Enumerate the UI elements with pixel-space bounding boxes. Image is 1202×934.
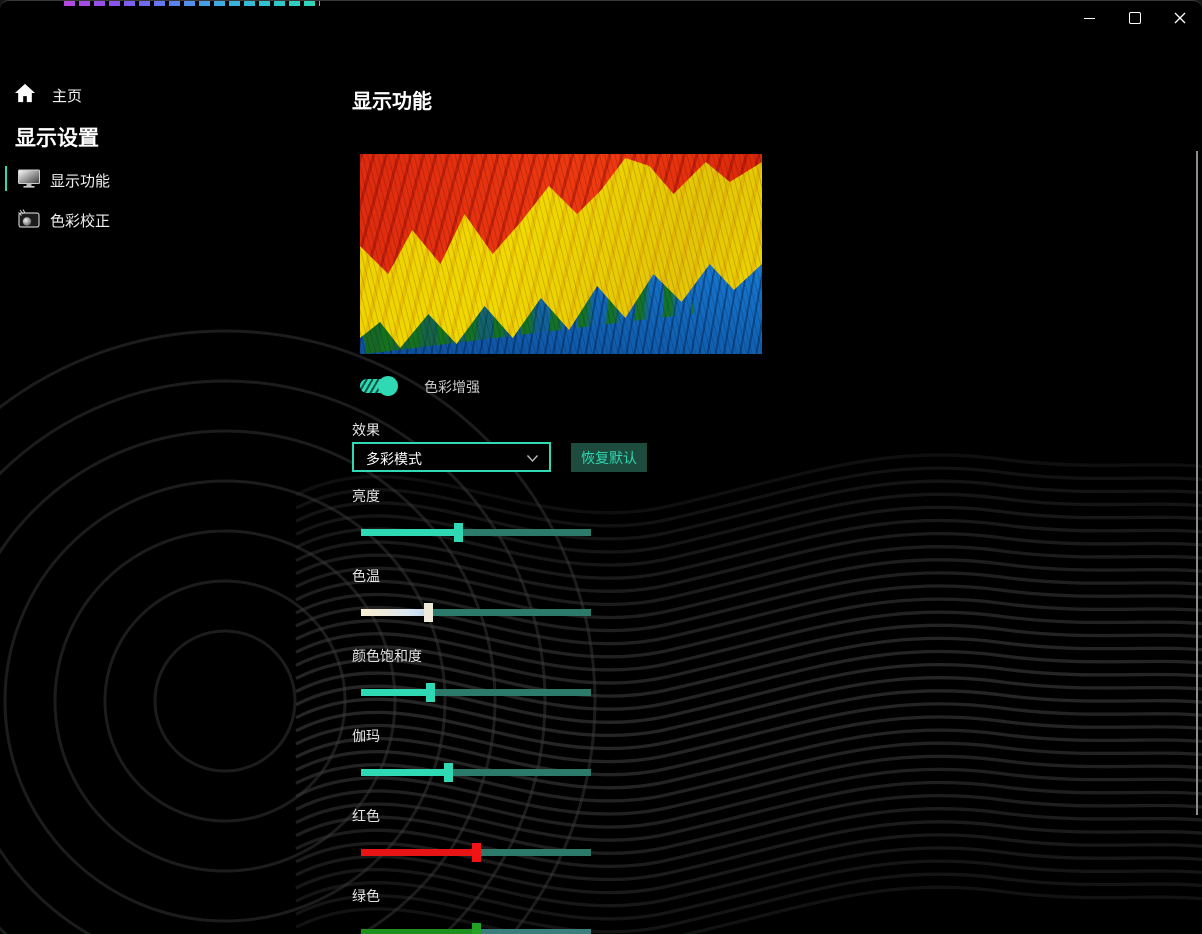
sidebar-item-label: 色彩校正 <box>50 213 111 230</box>
scrollbar[interactable] <box>1196 151 1198 815</box>
sidebar-item-color-correction[interactable]: 色彩校正 <box>0 205 300 233</box>
slider-thumb-green[interactable] <box>472 923 481 934</box>
slider-thumb-gamma[interactable] <box>444 763 453 782</box>
slider-thumb-red[interactable] <box>472 843 481 862</box>
sidebar: 主页 显示设置 显示功能 色彩校正 <box>0 37 340 934</box>
main-content: 显示功能 色彩增强 效果 多彩模式 恢复默认 亮度色温颜色饱和度伽玛红色绿色 <box>340 37 1202 934</box>
slider-label-saturation: 颜色饱和度 <box>352 648 422 664</box>
close-icon <box>1174 12 1185 24</box>
feather-preview-image <box>360 154 762 354</box>
home-icon <box>15 83 35 103</box>
slider-fill-red <box>361 849 476 856</box>
slider-red[interactable] <box>361 843 591 862</box>
color-enhance-row: 色彩增强 <box>360 376 480 403</box>
effect-dropdown-value: 多彩模式 <box>366 451 422 467</box>
sidebar-item-home[interactable]: 主页 <box>0 81 300 109</box>
color-enhance-label: 色彩增强 <box>424 379 480 395</box>
chevron-down-icon <box>526 455 539 463</box>
sidebar-section-title: 显示设置 <box>15 127 99 150</box>
slider-thumb-saturation[interactable] <box>426 683 435 702</box>
monitor-icon <box>18 169 40 188</box>
slider-saturation[interactable] <box>361 683 591 702</box>
restore-default-button[interactable]: 恢复默认 <box>571 443 647 472</box>
toggle-knob <box>378 376 398 396</box>
minimize-icon <box>1084 17 1095 19</box>
slider-gamma[interactable] <box>361 763 591 782</box>
slider-label-brightness: 亮度 <box>352 488 380 504</box>
brand-logo <box>64 1 320 6</box>
window-controls <box>1067 1 1202 35</box>
color-correction-icon <box>18 209 40 228</box>
feather-texture-overlay <box>360 154 762 354</box>
titlebar <box>0 1 1202 37</box>
page-title: 显示功能 <box>352 91 432 113</box>
slider-thumb-brightness[interactable] <box>454 523 463 542</box>
sidebar-item-display-features[interactable]: 显示功能 <box>0 165 300 193</box>
slider-label-red: 红色 <box>352 808 380 824</box>
slider-color-temperature[interactable] <box>361 603 591 622</box>
active-item-indicator <box>5 166 7 191</box>
maximize-icon <box>1128 12 1141 24</box>
slider-fill-brightness <box>361 529 458 536</box>
effect-dropdown[interactable]: 多彩模式 <box>352 442 551 472</box>
color-enhance-toggle[interactable] <box>360 376 398 396</box>
slider-brightness[interactable] <box>361 523 591 542</box>
sidebar-item-label: 显示功能 <box>50 173 111 190</box>
slider-green[interactable] <box>361 923 591 934</box>
slider-thumb-color-temperature[interactable] <box>424 603 433 622</box>
close-button[interactable] <box>1157 1 1202 35</box>
slider-fill-green <box>361 929 476 934</box>
slider-fill-saturation <box>361 689 430 696</box>
brand-logo-letter-gaps <box>64 1 320 6</box>
slider-label-color-temperature: 色温 <box>352 568 380 584</box>
effect-label: 效果 <box>352 422 380 438</box>
slider-label-green: 绿色 <box>352 888 380 904</box>
minimize-button[interactable] <box>1067 1 1112 35</box>
slider-fill-gamma <box>361 769 448 776</box>
slider-fill-color-temperature <box>361 609 428 616</box>
slider-label-gamma: 伽玛 <box>352 728 380 744</box>
app-window: 主页 显示设置 显示功能 色彩校正 显示功能 色彩增强 效果 多彩模式 恢复默认… <box>0 0 1202 934</box>
sidebar-home-label: 主页 <box>52 88 83 105</box>
maximize-button[interactable] <box>1112 1 1157 35</box>
